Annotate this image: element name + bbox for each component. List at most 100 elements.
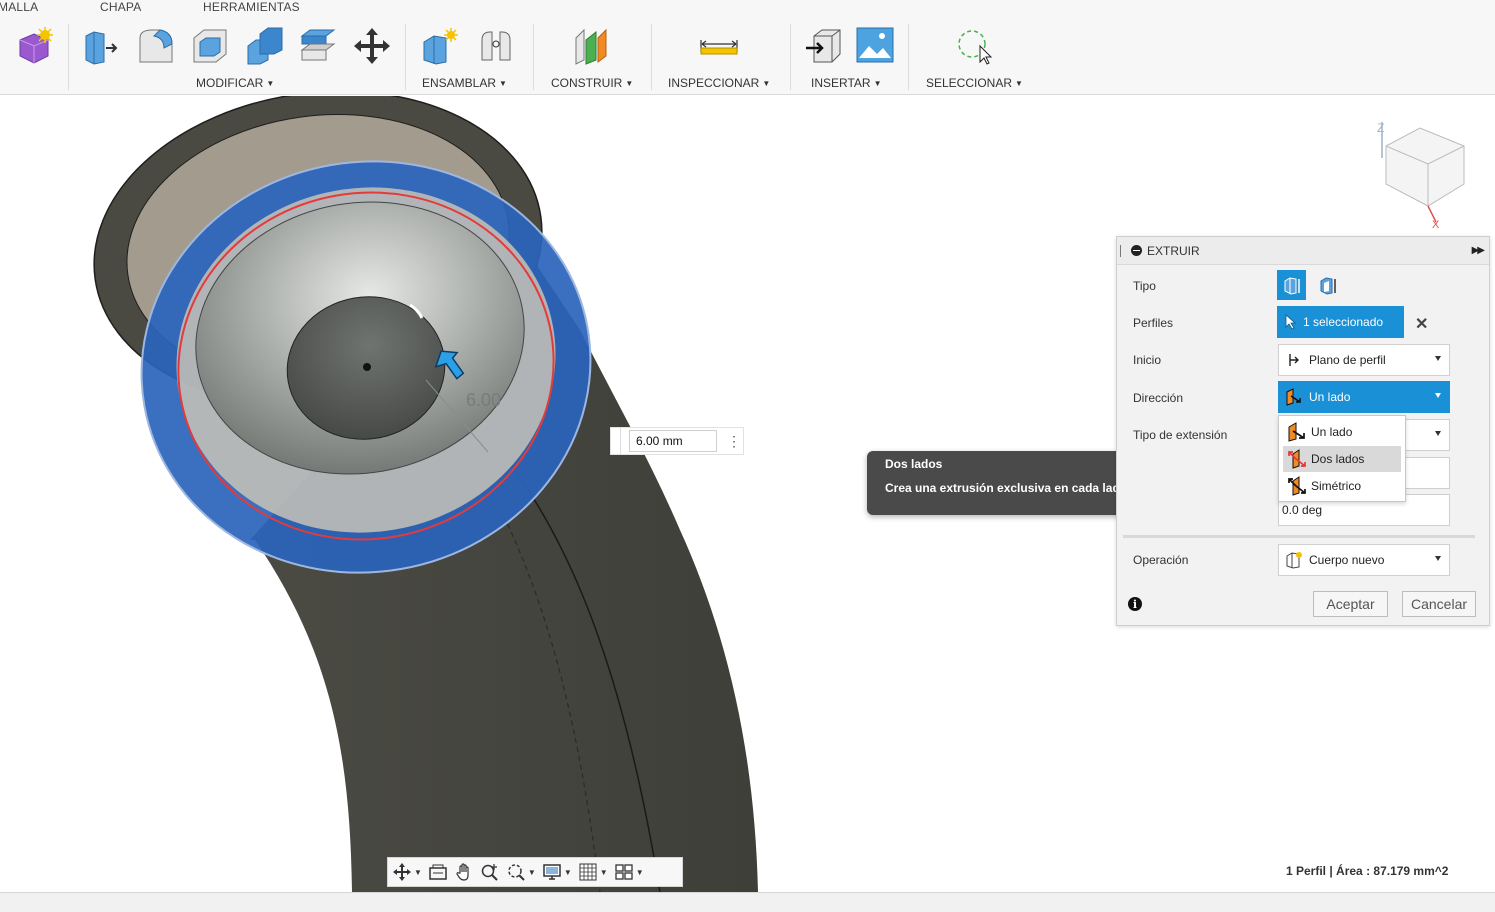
offset-plane-icon[interactable] — [572, 26, 612, 66]
viewports-icon[interactable]: ▼ — [614, 860, 644, 884]
grid-icon[interactable]: ▼ — [578, 860, 608, 884]
expand-icon[interactable]: ▶▶ — [1472, 245, 1485, 256]
option-dos-lados[interactable]: Dos lados — [1283, 446, 1401, 472]
insert-derive-icon[interactable] — [804, 26, 844, 66]
move-icon[interactable] — [352, 26, 392, 66]
direccion-dropdown[interactable]: Un lado — [1278, 381, 1450, 413]
new-component-icon[interactable] — [420, 26, 460, 66]
look-at-icon[interactable] — [428, 860, 448, 884]
operacion-value: Cuerpo nuevo — [1309, 553, 1385, 567]
zoom-window-icon[interactable]: ▼ — [506, 860, 536, 884]
display-settings-icon[interactable]: ▼ — [542, 860, 572, 884]
caret-down-icon — [1435, 393, 1441, 398]
construir-menu[interactable]: CONSTRUIR ▼ — [551, 76, 633, 90]
direction-options-list: Un lado Dos lados Simétrico — [1278, 415, 1406, 502]
replace-face-icon[interactable] — [298, 26, 338, 66]
separator — [1123, 535, 1475, 538]
dimension-input[interactable]: 6.00 mm — [629, 430, 717, 452]
status-bar — [0, 892, 1495, 912]
toolbar: MALLA CHAPA HERRAMIENTAS MODIFICAR ▼ ENS… — [0, 0, 1495, 95]
two-sides-icon — [1288, 449, 1306, 469]
caret-down-icon: ▼ — [762, 79, 771, 88]
separator — [405, 24, 406, 90]
accept-button[interactable]: Aceptar — [1313, 591, 1388, 617]
seleccionar-menu[interactable]: SELECCIONAR ▼ — [926, 76, 1023, 90]
dimension-input-box[interactable]: 6.00 mm ⋮ — [610, 427, 744, 455]
direccion-label: Dirección — [1133, 391, 1184, 405]
option-simetrico[interactable]: Simétrico — [1283, 473, 1401, 499]
navigation-bar: ▼ ▼ ▼ ▼ ▼ — [387, 857, 683, 887]
caret-down-icon: ▼ — [625, 79, 634, 88]
caret-down-icon — [1435, 431, 1441, 436]
create-form-icon[interactable] — [14, 26, 54, 66]
one-side-icon — [1288, 422, 1305, 442]
separator — [651, 24, 652, 90]
separator — [790, 24, 791, 90]
cursor-icon — [1285, 314, 1297, 330]
profiles-selection-button[interactable]: 1 seleccionado — [1277, 306, 1404, 338]
shell-icon[interactable] — [190, 26, 230, 66]
option-label: Dos lados — [1311, 452, 1365, 466]
modificar-menu[interactable]: MODIFICAR ▼ — [196, 76, 274, 90]
measure-icon[interactable] — [699, 26, 739, 66]
svg-text:Z: Z — [1377, 121, 1384, 135]
insertar-menu[interactable]: INSERTAR ▼ — [811, 76, 882, 90]
caret-down-icon: ▼ — [1015, 79, 1023, 88]
tab-chapa[interactable]: CHAPA — [100, 0, 141, 14]
inicio-dropdown[interactable]: Plano de perfil — [1278, 344, 1450, 376]
one-side-icon — [1285, 388, 1303, 406]
press-pull-icon[interactable] — [80, 26, 120, 66]
new-body-icon — [1285, 551, 1303, 569]
caret-down-icon: ▼ — [873, 79, 882, 88]
caret-down-icon: ▼ — [499, 79, 507, 88]
extrude-solid-icon[interactable] — [1277, 270, 1306, 300]
selection-summary: 1 Perfil | Área : 87.179 mm^2 — [1286, 864, 1449, 878]
select-icon[interactable] — [954, 26, 994, 66]
drag-handle[interactable] — [611, 428, 621, 454]
cancel-button[interactable]: Cancelar — [1402, 591, 1476, 617]
direccion-value: Un lado — [1309, 390, 1351, 404]
svg-text:X: X — [1432, 219, 1440, 228]
insert-canvas-icon[interactable] — [855, 26, 895, 66]
operacion-label: Operación — [1133, 553, 1189, 567]
perfiles-label: Perfiles — [1133, 316, 1174, 330]
tipo-label: Tipo — [1133, 279, 1156, 293]
fusion-window: MALLA CHAPA HERRAMIENTAS MODIFICAR ▼ ENS… — [0, 0, 1495, 912]
tab-herramientas[interactable]: HERRAMIENTAS — [203, 0, 300, 14]
extrude-thin-icon[interactable] — [1313, 270, 1342, 300]
collapse-icon[interactable] — [1131, 245, 1142, 256]
pan-icon[interactable] — [454, 860, 474, 884]
option-label: Un lado — [1311, 425, 1353, 439]
fillet-icon[interactable] — [136, 26, 176, 66]
inicio-label: Inicio — [1133, 353, 1162, 367]
clear-selection-icon[interactable]: ✕ — [1415, 314, 1428, 334]
inicio-value: Plano de perfil — [1309, 353, 1386, 367]
zoom-icon[interactable] — [480, 860, 500, 884]
caret-down-icon — [1435, 556, 1441, 561]
combine-icon[interactable] — [244, 26, 284, 66]
separator — [68, 24, 69, 90]
dialog-header[interactable]: EXTRUIR ▶▶ — [1117, 237, 1489, 265]
orbit-icon[interactable]: ▼ — [392, 860, 422, 884]
info-icon[interactable]: i — [1128, 597, 1142, 611]
inspeccionar-menu[interactable]: INSPECCIONAR ▼ — [668, 76, 770, 90]
ensamblar-menu[interactable]: ENSAMBLAR ▼ — [422, 76, 507, 90]
view-cube[interactable]: Z X — [1370, 118, 1470, 231]
dialog-title: EXTRUIR — [1147, 243, 1200, 258]
profiles-selection-label: 1 seleccionado — [1303, 315, 1384, 329]
option-label: Simétrico — [1311, 479, 1362, 493]
caret-down-icon: ▼ — [266, 79, 275, 88]
separator — [533, 24, 534, 90]
caret-down-icon — [1435, 356, 1441, 361]
joint-icon[interactable] — [476, 26, 516, 66]
operacion-dropdown[interactable]: Cuerpo nuevo — [1278, 544, 1450, 576]
dimension-label: 6.00 — [466, 390, 502, 410]
separator — [908, 24, 909, 90]
profile-plane-icon — [1285, 351, 1303, 369]
symmetric-icon — [1288, 476, 1306, 496]
option-un-lado[interactable]: Un lado — [1283, 419, 1401, 445]
tab-malla[interactable]: MALLA — [0, 0, 38, 14]
tipo-extension-label: Tipo de extensión — [1133, 428, 1228, 442]
drag-handle[interactable] — [1120, 244, 1122, 257]
more-icon[interactable]: ⋮ — [727, 433, 741, 450]
